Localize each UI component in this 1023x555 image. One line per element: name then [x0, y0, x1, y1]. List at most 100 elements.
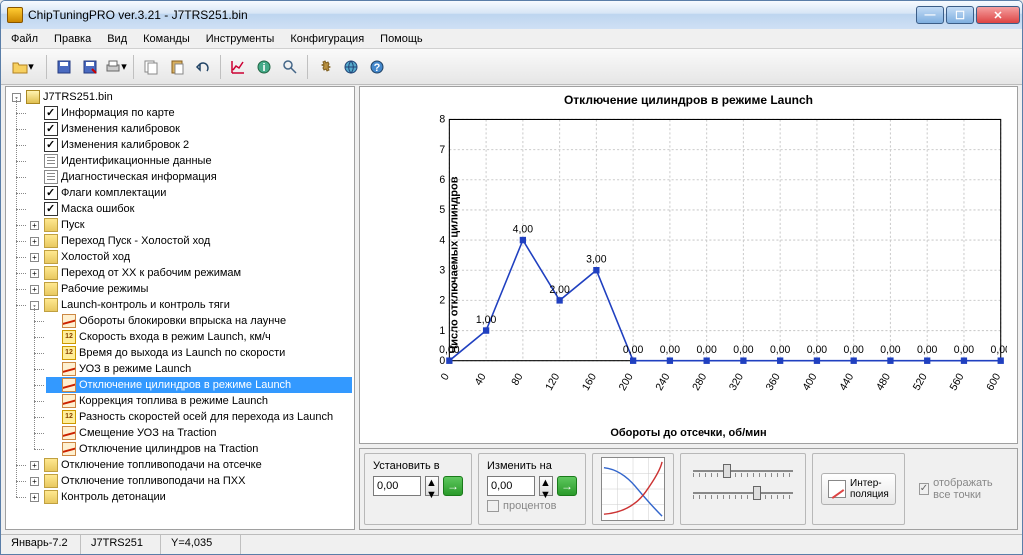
expand-toggle[interactable]: + — [30, 237, 39, 246]
network-button[interactable] — [339, 55, 363, 79]
change-apply-button[interactable]: → — [557, 476, 577, 496]
tree-item[interactable]: -J7TRS251.bin — [10, 89, 352, 105]
show-points-block: ✓отображать все точки — [911, 453, 1013, 525]
save-button[interactable] — [52, 55, 76, 79]
tree-item[interactable]: Маска ошибок — [28, 201, 352, 217]
svg-text:5: 5 — [439, 204, 445, 216]
menu-edit[interactable]: Правка — [46, 31, 99, 47]
tree-label: Флаги комплектации — [61, 185, 166, 201]
info-button[interactable]: i — [252, 55, 276, 79]
tree-item[interactable]: УОЗ в режиме Launch — [46, 361, 352, 377]
expand-toggle[interactable]: + — [30, 269, 39, 278]
tree-item[interactable]: +Рабочие режимы — [28, 281, 352, 297]
menu-view[interactable]: Вид — [99, 31, 135, 47]
svg-text:0,00: 0,00 — [880, 344, 900, 356]
expand-toggle[interactable]: + — [30, 493, 39, 502]
folder-icon — [44, 458, 58, 472]
wave-icon — [62, 362, 76, 376]
maximize-button[interactable]: ☐ — [946, 6, 974, 24]
close-button[interactable]: ✕ — [976, 6, 1020, 24]
svg-text:0,00: 0,00 — [439, 344, 459, 356]
settings-button[interactable] — [313, 55, 337, 79]
toolbar: ▾ ▾ i ? — [1, 49, 1022, 85]
slider-2[interactable] — [693, 486, 793, 500]
undo-button[interactable] — [191, 55, 215, 79]
change-spinner[interactable]: ▲▼ — [539, 476, 553, 496]
tree-label: Разность скоростей осей для перехода из … — [79, 409, 333, 425]
tree-item[interactable]: Диагностическая информация — [28, 169, 352, 185]
svg-text:7: 7 — [439, 144, 445, 156]
slider-1[interactable] — [693, 464, 793, 478]
folder-icon — [44, 266, 58, 280]
menu-tools[interactable]: Инструменты — [198, 31, 283, 47]
tree-item[interactable]: +Переход от ХХ к рабочим режимам — [28, 265, 352, 281]
tree-item[interactable]: Идентификационные данные — [28, 153, 352, 169]
change-input[interactable] — [487, 476, 535, 496]
title-bar[interactable]: ChipTuningPRO ver.3.21 - J7TRS251.bin — … — [1, 1, 1022, 29]
tree-item[interactable]: Изменения калибровок — [28, 121, 352, 137]
tree-item[interactable]: 12Скорость входа в режим Launch, км/ч — [46, 329, 352, 345]
wave-icon — [62, 426, 76, 440]
paste-button[interactable] — [165, 55, 189, 79]
app-window: ChipTuningPRO ver.3.21 - J7TRS251.bin — … — [0, 0, 1023, 555]
expand-toggle[interactable]: + — [30, 461, 39, 470]
val12-icon: 12 — [62, 346, 76, 360]
set-input[interactable] — [373, 476, 421, 496]
tree-item[interactable]: +Холостой ход — [28, 249, 352, 265]
menu-file[interactable]: Файл — [3, 31, 46, 47]
expand-toggle[interactable]: + — [30, 285, 39, 294]
tree-pane[interactable]: -J7TRS251.binИнформация по картеИзменени… — [5, 86, 355, 530]
svg-text:480: 480 — [874, 371, 893, 393]
tree-item[interactable]: +Пуск — [28, 217, 352, 233]
expand-toggle[interactable]: + — [30, 253, 39, 262]
graph-button[interactable] — [226, 55, 250, 79]
expand-toggle[interactable]: + — [30, 477, 39, 486]
svg-text:400: 400 — [801, 371, 820, 393]
tree-item[interactable]: +Контроль детонации — [28, 489, 352, 505]
set-apply-button[interactable]: → — [443, 476, 463, 496]
svg-text:80: 80 — [509, 371, 525, 388]
tree-item[interactable]: 12Разность скоростей осей для перехода и… — [46, 409, 352, 425]
menu-commands[interactable]: Команды — [135, 31, 198, 47]
svg-text:200: 200 — [617, 371, 636, 393]
folder-icon — [44, 490, 58, 504]
folder-icon — [44, 474, 58, 488]
tree-item[interactable]: 12Время до выхода из Launch по скорости — [46, 345, 352, 361]
interpolate-button[interactable]: Интер- поляция — [821, 473, 896, 505]
menu-config[interactable]: Конфигурация — [282, 31, 372, 47]
tree-item[interactable]: Отключение цилиндров на Traction — [46, 441, 352, 457]
set-spinner[interactable]: ▲▼ — [425, 476, 439, 496]
tree-item[interactable]: -Launch-контроль и контроль тяги — [28, 297, 352, 313]
tree-item[interactable]: +Отключение топливоподачи на ПХХ — [28, 473, 352, 489]
tree-item[interactable]: Изменения калибровок 2 — [28, 137, 352, 153]
tree-item[interactable]: Обороты блокировки впрыска на лаунче — [46, 313, 352, 329]
app-icon — [7, 7, 23, 23]
svg-text:?: ? — [374, 62, 381, 74]
show-all-points-checkbox[interactable]: ✓отображать все точки — [919, 477, 1005, 501]
menu-help[interactable]: Помощь — [372, 31, 431, 47]
svg-text:1,00: 1,00 — [476, 314, 496, 326]
tree-item[interactable]: Информация по карте — [28, 105, 352, 121]
tree-item[interactable]: Отключение цилиндров в режиме Launch — [46, 377, 352, 393]
help-button[interactable]: ? — [365, 55, 389, 79]
check-icon — [44, 138, 58, 152]
save-as-button[interactable] — [78, 55, 102, 79]
change-label: Изменить на — [487, 460, 577, 472]
search-button[interactable] — [278, 55, 302, 79]
folder-icon — [44, 234, 58, 248]
percent-checkbox[interactable]: процентов — [487, 500, 577, 512]
chart-area[interactable]: 0123456780408012016020024028032036040044… — [420, 113, 1007, 393]
controls-panel: Установить в ▲▼ → Изменить на ▲▼ → проце… — [359, 448, 1018, 530]
set-block: Установить в ▲▼ → — [364, 453, 472, 525]
print-button[interactable]: ▾ — [104, 55, 128, 79]
tree-item[interactable]: Флаги комплектации — [28, 185, 352, 201]
expand-toggle[interactable]: + — [30, 221, 39, 230]
copy-button[interactable] — [139, 55, 163, 79]
tree-item[interactable]: Коррекция топлива в режиме Launch — [46, 393, 352, 409]
status-cell-3: Y=4,035 — [161, 535, 241, 554]
tree-item[interactable]: +Отключение топливоподачи на отсечке — [28, 457, 352, 473]
tree-item[interactable]: Смещение УОЗ на Traction — [46, 425, 352, 441]
minimize-button[interactable]: — — [916, 6, 944, 24]
open-button[interactable]: ▾ — [5, 55, 41, 79]
tree-item[interactable]: +Переход Пуск - Холостой ход — [28, 233, 352, 249]
